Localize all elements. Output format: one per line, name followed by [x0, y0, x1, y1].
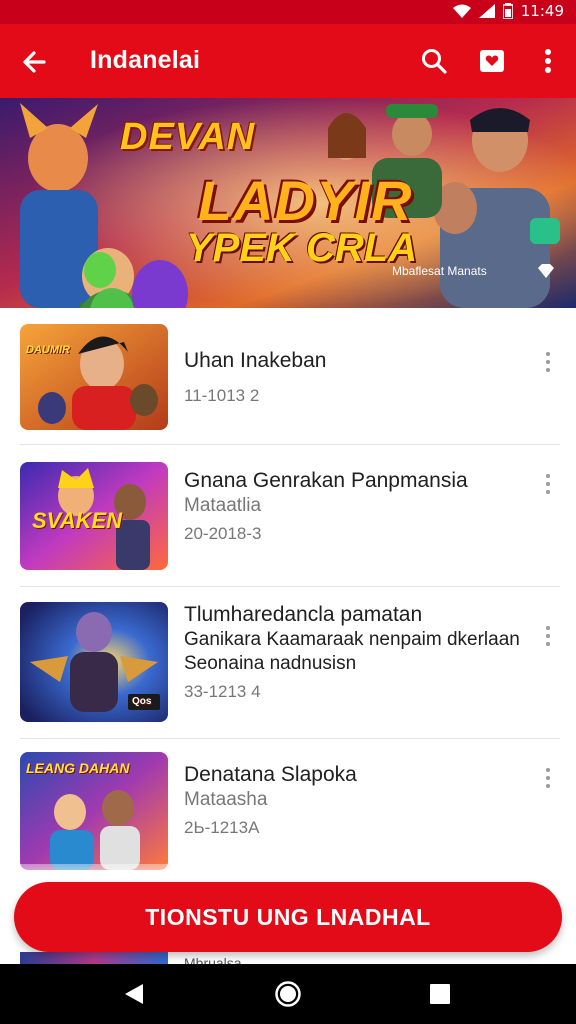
item-title: Tlumharedancla pamatan: [184, 603, 423, 626]
item-text: Denatana Slapoka Mataasha 2Ь-1213А: [184, 762, 532, 840]
nav-home-button[interactable]: [272, 978, 304, 1010]
item-thumbnail: Qos: [20, 602, 168, 722]
bookmark-heart-icon: [480, 50, 504, 72]
arrow-left-icon: [23, 51, 46, 73]
bookmark-button[interactable]: [474, 43, 510, 79]
peek-item-thumbnail: [20, 952, 168, 964]
nav-recents-button[interactable]: [424, 978, 456, 1010]
app-bar: Indanelai: [0, 24, 576, 98]
item-text: Tlumharedancla pamatan Ganikara Kaamaraa…: [184, 602, 546, 704]
hero-banner[interactable]: DEVAN LADYIR YPEK CRLA Mbaflesat Manats: [0, 98, 576, 308]
more-vertical-icon: [545, 49, 551, 73]
signal-icon: [478, 4, 495, 18]
page-title: Indanelai: [90, 46, 201, 74]
item-date: 20-2018-3: [184, 524, 262, 543]
item-subtitle: Mataatlia: [184, 495, 262, 516]
wifi-icon: [452, 4, 471, 18]
item-text: Uhan Inakeban 11-1013 2: [184, 348, 532, 408]
system-nav-bar: [0, 964, 576, 1024]
thumbnail-text: DAUMIR: [26, 344, 70, 356]
thumbnail-text: SVAKEN: [32, 508, 123, 533]
item-more-button[interactable]: [538, 350, 558, 374]
thumbnail-badge: Qos: [132, 696, 152, 707]
item-subtitle: Mataasha: [184, 789, 268, 810]
list-item[interactable]: LEANG DAHAN Denatana Slapoka Mataasha 2Ь…: [0, 752, 576, 882]
circle-home-icon: [275, 981, 301, 1007]
triangle-back-icon: [125, 984, 143, 1004]
divider: [20, 444, 560, 445]
item-date: 2Ь-1213А: [184, 818, 260, 837]
list-item[interactable]: Qos Tlumharedancla pamatan Ganikara Kaam…: [0, 602, 576, 732]
item-thumbnail: DAUMIR: [20, 324, 168, 430]
item-date: 11-1013 2: [184, 386, 260, 405]
square-recents-icon: [430, 984, 450, 1004]
back-button[interactable]: [14, 42, 54, 82]
item-title: Gnana Genrakan Panpmansia: [184, 469, 468, 492]
item-more-button[interactable]: [538, 766, 558, 790]
item-more-button[interactable]: [538, 472, 558, 496]
search-icon: [422, 49, 447, 74]
battery-icon: [502, 3, 513, 19]
peek-item-title: Mbrualsa: [184, 955, 242, 964]
banner-caption: Mbaflesat Manats: [392, 264, 487, 278]
item-thumbnail: SVAKEN: [20, 462, 168, 570]
status-time: 11:49: [520, 2, 564, 20]
item-subtitle: Ganikara Kaamaraak nenpaim dkerlaan Seon…: [184, 629, 520, 674]
banner-title-line2: LADYIR: [198, 169, 413, 232]
banner-title-line1: DEVAN: [120, 116, 256, 158]
diamond-icon: [538, 264, 554, 278]
item-more-button[interactable]: [538, 624, 558, 648]
divider: [20, 586, 560, 587]
item-title: Denatana Slapoka: [184, 763, 357, 786]
divider: [20, 738, 560, 739]
item-date: 33-1213 4: [184, 682, 261, 701]
more-options-button[interactable]: [530, 43, 566, 79]
banner-title-line3: YPEK CRLA: [186, 226, 418, 270]
status-bar: 11:49: [0, 0, 576, 24]
item-thumbnail: LEANG DAHAN: [20, 752, 168, 870]
thumbnail-text: LEANG DAHAN: [26, 760, 130, 776]
item-text: Gnana Genrakan Panpmansia Mataatlia 20-2…: [184, 468, 532, 546]
item-title: Uhan Inakeban: [184, 349, 327, 372]
primary-action-button[interactable]: TIONSTU UNG LNADHAL: [14, 882, 562, 952]
list-item[interactable]: SVAKEN Gnana Genrakan Panpmansia Mataatl…: [0, 462, 576, 582]
list-item[interactable]: DAUMIR Uhan Inakeban 11-1013 2: [0, 324, 576, 444]
nav-back-button[interactable]: [118, 978, 150, 1010]
search-button[interactable]: [416, 43, 452, 79]
